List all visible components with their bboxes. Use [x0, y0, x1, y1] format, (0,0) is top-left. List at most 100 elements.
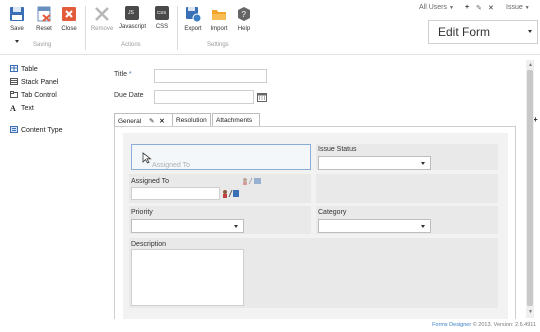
people-picker-icon[interactable]: [222, 189, 240, 198]
assigned-to-input[interactable]: [131, 187, 220, 200]
vertical-scrollbar[interactable]: ▲ ▼: [526, 60, 534, 318]
chevron-down-icon: [421, 162, 425, 165]
priority-select[interactable]: [131, 219, 244, 233]
reset-label: Reset: [36, 26, 52, 32]
calendar-icon[interactable]: [257, 92, 267, 102]
export-icon: [185, 6, 202, 23]
toolbox-item-label: Content Type: [21, 127, 63, 134]
css-label: CSS: [155, 24, 169, 30]
chevron-down-icon: [528, 30, 532, 33]
toolbox-item-stack-panel[interactable]: Stack Panel: [10, 78, 58, 86]
folder-icon: [211, 6, 227, 22]
add-icon[interactable]: +: [465, 4, 469, 11]
chevron-down-icon: ▼: [448, 5, 454, 11]
export-button[interactable]: Export: [180, 6, 206, 32]
ribbon: Save Reset Close Saving Remove JS Javasc…: [0, 0, 540, 55]
tab-control-icon: [10, 91, 18, 98]
css-button[interactable]: CSS CSS: [149, 6, 175, 30]
help-button[interactable]: ? Help: [231, 6, 257, 32]
scrollbar-thumb[interactable]: [527, 70, 533, 306]
close-button[interactable]: Close: [56, 6, 82, 32]
toolbox-item-label: Tab Control: [21, 92, 57, 99]
issue-status-cell: Issue Status: [316, 144, 498, 170]
chevron-down-icon: [421, 225, 425, 228]
title-input[interactable]: [154, 69, 267, 83]
required-mark: *: [128, 71, 132, 78]
scroll-down-icon[interactable]: ▼: [528, 309, 533, 315]
title-label-text: Title: [114, 71, 127, 78]
drop-target-placeholder: Assigned To: [131, 144, 311, 170]
tab-general[interactable]: General ✎ ✕: [114, 113, 173, 127]
users-filter-label: All Users: [419, 4, 448, 11]
import-label: Import: [210, 26, 228, 32]
export-label: Export: [184, 26, 202, 32]
title-field-label: Title *: [114, 71, 132, 78]
assigned-to-label: Assigned To: [131, 178, 170, 185]
text-icon: A: [10, 104, 16, 113]
remove-icon: [94, 6, 110, 22]
category-cell: Category: [316, 206, 498, 234]
remove-button[interactable]: Remove: [89, 6, 115, 32]
css-badge-text: CSS: [157, 10, 167, 15]
description-cell: Description: [129, 238, 498, 308]
issue-label: Issue: [506, 4, 523, 11]
stack-panel-icon: [10, 78, 18, 85]
edit-icon[interactable]: ✎: [476, 4, 482, 12]
edit-icon[interactable]: ✎: [149, 118, 154, 125]
due-date-label: Due Date: [114, 92, 144, 99]
category-select[interactable]: [318, 219, 431, 233]
chevron-down-icon: [234, 225, 238, 228]
tab-label: Resolution: [176, 117, 207, 124]
tab-resolution[interactable]: Resolution: [172, 113, 211, 127]
description-textarea[interactable]: [131, 249, 244, 306]
ribbon-divider: [85, 6, 86, 50]
toolbox-item-label: Text: [21, 105, 34, 112]
css-icon: CSS: [155, 6, 169, 20]
issue-status-label: Issue Status: [318, 146, 357, 153]
javascript-label: Javascript: [119, 24, 147, 30]
chevron-down-icon: ▼: [524, 5, 530, 11]
toolbox-item-label: Table: [21, 66, 38, 73]
javascript-icon: JS: [125, 6, 139, 20]
import-button[interactable]: Import: [206, 6, 232, 32]
priority-label: Priority: [131, 209, 153, 216]
reset-button[interactable]: Reset: [31, 6, 57, 32]
footer: Forms Designer © 2013. Version: 2.6.4911: [432, 322, 536, 328]
issue-status-select[interactable]: [318, 156, 431, 170]
scroll-up-icon[interactable]: ▲: [528, 62, 533, 68]
tab-label: Attachments: [216, 117, 253, 124]
save-icon: [9, 6, 25, 22]
svg-text:?: ?: [242, 10, 247, 19]
description-label: Description: [131, 241, 167, 248]
people-picker-ghost-icon: [242, 177, 262, 185]
close-icon[interactable]: ✕: [159, 118, 164, 125]
due-date-input[interactable]: [154, 90, 254, 104]
close-icon[interactable]: ✕: [488, 4, 494, 12]
assigned-to-cell: Assigned To: [129, 174, 311, 203]
reset-icon: [36, 6, 52, 22]
form-selector[interactable]: Edit Form: [428, 20, 538, 44]
tab-attachments[interactable]: Attachments: [212, 113, 260, 127]
users-filter[interactable]: All Users ▼: [419, 4, 454, 11]
toolbox-item-content-type[interactable]: Content Type: [10, 126, 63, 134]
save-button[interactable]: Save: [4, 6, 30, 43]
javascript-button[interactable]: JS Javascript: [119, 6, 147, 30]
drag-ghost-text: Assigned To: [152, 162, 191, 169]
chevron-down-icon: [15, 40, 19, 43]
toolbox-item-text[interactable]: A Text: [10, 104, 34, 113]
toolbox-item-table[interactable]: Table: [10, 65, 38, 73]
category-label: Category: [318, 209, 347, 216]
tab-label: General: [118, 118, 142, 125]
priority-cell: Priority: [129, 206, 311, 234]
empty-cell: [316, 174, 498, 203]
cursor-icon: [142, 152, 152, 164]
close-icon: [61, 6, 77, 22]
save-label: Save: [10, 26, 24, 32]
toolbox-item-tab-control[interactable]: Tab Control: [10, 91, 57, 99]
content-type-selector[interactable]: Issue ▼: [506, 4, 530, 11]
close-label: Close: [61, 26, 77, 32]
footer-brand-link[interactable]: Forms Designer: [432, 322, 471, 328]
saving-group-label: Saving: [33, 42, 52, 48]
footer-version: © 2013. Version: 2.6.4911: [472, 322, 536, 328]
toolbox-item-label: Stack Panel: [21, 79, 59, 86]
